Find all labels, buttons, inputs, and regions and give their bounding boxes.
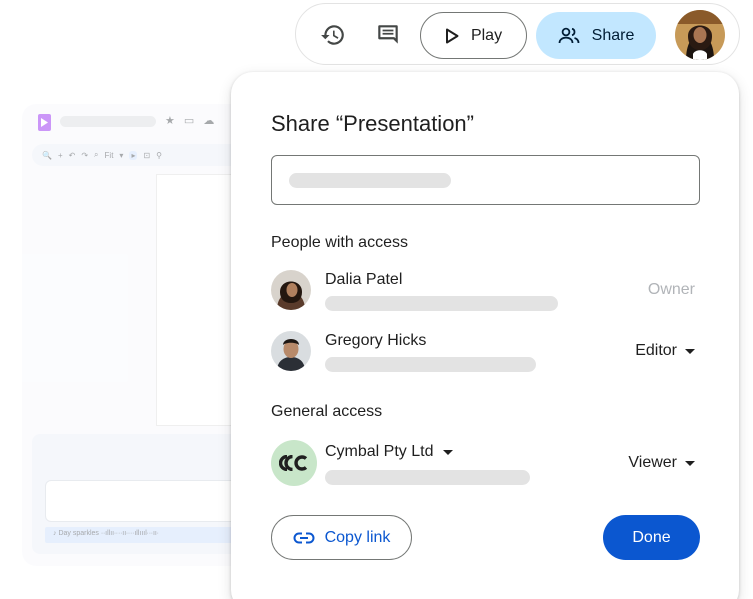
toolbar-paint-icon: ⚲	[156, 150, 163, 160]
audio-track-label: Day sparkles	[58, 530, 99, 537]
editor-role-label: Editor	[635, 342, 677, 359]
person-name-gregory: Gregory Hicks	[325, 332, 427, 349]
dialog-title: Share “Presentation”	[271, 111, 474, 136]
toolbar-redo-icon: ↷	[81, 150, 89, 160]
person-email-placeholder	[325, 357, 536, 372]
access-description-placeholder	[325, 470, 530, 485]
slides-logo-icon	[38, 114, 51, 131]
viewer-role-dropdown[interactable]: Viewer	[628, 454, 695, 472]
organization-name: Cymbal Pty Ltd	[325, 443, 434, 460]
play-icon	[445, 28, 459, 43]
link-icon	[293, 532, 315, 543]
share-dialog: Share “Presentation” People with access …	[231, 72, 739, 599]
music-note-icon: ♪	[53, 530, 57, 537]
person-avatar-gregory	[271, 331, 311, 371]
top-action-bar: Play Share	[295, 3, 740, 65]
comment-icon	[378, 25, 398, 44]
toolbar-search-icon: 🔍	[42, 150, 52, 160]
done-label: Done	[632, 528, 671, 546]
editor-title-placeholder	[60, 116, 156, 127]
background-editor-window: ★ ▭ ☁ 🔍 + ↶ ↷ ⌕ Fit ▾ ▸ ⊡ ⚲ ♪ Day sparkl…	[22, 104, 262, 566]
toolbar-undo-icon: ↶	[68, 150, 76, 160]
organization-logo-icon	[271, 440, 317, 486]
audio-waveform: ·∙ıllıı∙∙·∙ıı∙∙·∙ıllıııl∙·∙ıı∙	[100, 530, 159, 537]
general-access-dropdown[interactable]: Cymbal Pty Ltd	[325, 443, 454, 461]
toolbar-select-icon: ▸	[129, 150, 138, 160]
toolbar-zoom-icon: ⌕	[94, 150, 99, 159]
share-label: Share	[591, 26, 635, 44]
editor-toolbar: 🔍 + ↶ ↷ ⌕ Fit ▾ ▸ ⊡ ⚲	[32, 144, 262, 166]
copy-link-button[interactable]: Copy link	[271, 515, 412, 560]
toolbar-textbox-icon: ⊡	[143, 150, 151, 160]
play-button[interactable]: Play	[420, 12, 527, 59]
version-history-button[interactable]	[318, 20, 348, 50]
person-avatar-dalia	[271, 270, 311, 310]
general-access-heading: General access	[271, 403, 383, 420]
done-button[interactable]: Done	[603, 515, 700, 560]
owner-role-label: Owner	[647, 281, 695, 298]
toolbar-add-icon: +	[57, 150, 63, 160]
editor-audio-track: ♪ Day sparkles ·∙ıllıı∙∙·∙ıı∙∙·∙ıllıııl∙…	[45, 527, 262, 543]
person-photo	[271, 270, 311, 310]
dropdown-caret-icon	[443, 449, 454, 455]
viewer-role-label: Viewer	[628, 454, 677, 471]
comments-button[interactable]	[373, 20, 403, 50]
toolbar-zoom-caret-icon: ▾	[119, 150, 124, 160]
people-icon	[558, 27, 580, 43]
person-email-placeholder	[325, 296, 558, 311]
dropdown-caret-icon	[685, 460, 695, 466]
add-people-placeholder	[289, 173, 451, 188]
account-avatar-photo	[675, 10, 725, 60]
play-label: Play	[470, 26, 503, 44]
add-people-input[interactable]	[271, 155, 700, 205]
editor-notes-box	[45, 480, 262, 522]
history-icon	[321, 25, 344, 45]
editor-role-dropdown[interactable]: Editor	[635, 342, 695, 360]
account-avatar[interactable]	[675, 10, 725, 60]
toolbar-zoom-label: Fit	[104, 150, 114, 160]
share-button[interactable]: Share	[536, 12, 656, 59]
copy-link-label: Copy link	[324, 528, 391, 546]
person-photo	[271, 331, 311, 371]
people-with-access-heading: People with access	[271, 234, 408, 251]
dropdown-caret-icon	[685, 348, 695, 354]
person-name-dalia: Dalia Patel	[325, 271, 403, 288]
editor-title-icons: ★ ▭ ☁	[165, 115, 218, 127]
